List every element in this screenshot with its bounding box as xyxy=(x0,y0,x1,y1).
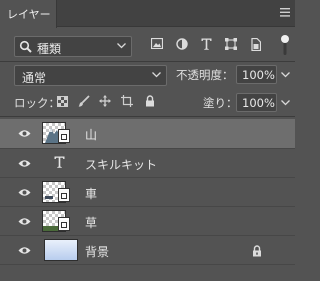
tab-layers[interactable]: レイヤー xyxy=(0,0,57,28)
opacity-chevron-down-icon[interactable] xyxy=(281,72,290,78)
fill-chevron-down-icon[interactable] xyxy=(281,100,290,106)
lock-divider xyxy=(0,116,295,117)
panel-menu-icon[interactable] xyxy=(280,8,290,17)
layer-separator xyxy=(0,264,295,265)
chevron-down-icon xyxy=(117,43,126,49)
background-thumbnail xyxy=(44,239,78,261)
layer-row-grass[interactable]: 草 xyxy=(0,207,295,236)
filter-divider xyxy=(0,61,295,62)
layer-name: 山 xyxy=(85,128,98,142)
lock-image-pixels-brush-icon[interactable] xyxy=(78,95,90,107)
lock-icon xyxy=(253,245,261,257)
lock-artboard-icon[interactable] xyxy=(121,95,133,107)
opacity-input[interactable]: 100% xyxy=(236,65,277,84)
shape-layer-filter-icon[interactable] xyxy=(225,38,237,50)
lock-all-icon[interactable] xyxy=(145,95,155,107)
type-layer-icon xyxy=(54,156,65,168)
smart-object-badge-icon xyxy=(58,129,70,143)
tab-layers-label: レイヤー xyxy=(7,8,51,21)
layer-name: スキルキット xyxy=(85,158,158,172)
fill-input[interactable]: 100% xyxy=(236,93,277,112)
fill-value: 100% xyxy=(242,96,275,110)
eye-visibility-icon[interactable] xyxy=(18,188,31,197)
eye-visibility-icon[interactable] xyxy=(18,129,31,138)
search-icon xyxy=(19,40,32,53)
opacity-label: 不透明度： xyxy=(176,68,234,82)
opacity-value: 100% xyxy=(242,68,275,82)
layer-name: 背景 xyxy=(85,245,110,259)
smart-object-filter-icon[interactable] xyxy=(250,38,261,51)
lock-label: ロック： xyxy=(14,96,60,110)
eye-visibility-icon[interactable] xyxy=(18,159,31,168)
smart-object-badge-icon xyxy=(58,217,70,231)
layer-row-mountain[interactable]: 山 xyxy=(0,119,295,148)
fill-label: 塗り： xyxy=(203,96,238,110)
blend-mode-select[interactable]: 通常 xyxy=(14,65,167,86)
filter-kind-label: 種類 xyxy=(37,42,62,56)
blend-mode-value: 通常 xyxy=(22,71,47,85)
layer-row-background[interactable]: 背景 xyxy=(0,236,295,265)
layer-row-car[interactable]: 車 xyxy=(0,178,295,207)
lock-transparent-pixels-icon[interactable] xyxy=(57,96,68,107)
filter-toggle-icon[interactable] xyxy=(281,34,289,56)
layer-filter-kind-select[interactable]: 種類 xyxy=(14,36,132,57)
adjustment-layer-filter-icon[interactable] xyxy=(176,38,188,50)
lock-position-move-icon[interactable] xyxy=(99,95,111,107)
pixel-layer-filter-icon[interactable] xyxy=(151,38,163,49)
layer-name: 車 xyxy=(85,187,98,201)
chevron-down-icon xyxy=(152,72,161,78)
type-layer-filter-icon[interactable] xyxy=(201,38,212,50)
smart-object-badge-icon xyxy=(58,188,70,202)
eye-visibility-icon[interactable] xyxy=(18,246,31,255)
panel-tab-bar: レイヤー xyxy=(0,0,295,28)
layer-row-text[interactable]: スキルキット xyxy=(0,149,295,178)
eye-visibility-icon[interactable] xyxy=(18,217,31,226)
layer-name: 草 xyxy=(85,216,98,230)
